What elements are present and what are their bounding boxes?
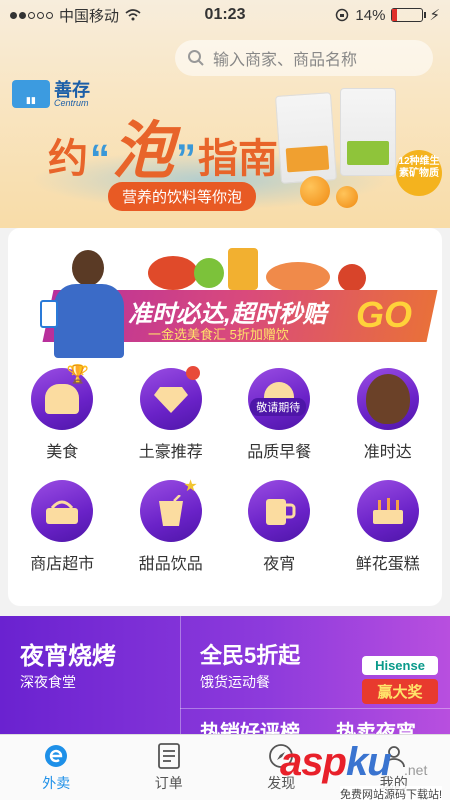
wifi-icon: [125, 9, 141, 21]
hisense-logo: Hisense: [362, 656, 438, 675]
category-label: 商店超市: [30, 556, 95, 573]
promo-subtitle: 一金选美食汇 5折加赠饮: [148, 327, 289, 342]
category-label: 品质早餐: [247, 444, 312, 461]
search-placeholder: 输入商家、商品名称: [213, 52, 358, 69]
orange-fruit: [300, 176, 330, 206]
basket-icon: [31, 480, 94, 542]
hero-title-quote-close: ”: [176, 137, 197, 181]
lobster-icon: [148, 256, 198, 290]
status-bar: 中国移动 01:23 14% ⚡: [0, 0, 450, 30]
hisense-prize[interactable]: Hisense 赢大奖: [362, 656, 438, 704]
hero-subtitle: 营养的饮料等你泡: [108, 182, 257, 211]
bottom-promo: 夜宵烧烤 深夜食堂 全民5折起 饿货运动餐 Hisense 赢大奖 热销好评榜 …: [0, 616, 450, 734]
category-label: 鲜花蛋糕: [355, 556, 420, 573]
ontime-icon: [356, 368, 419, 430]
prize-label: 赢大奖: [362, 679, 438, 704]
watermark-main: asp: [280, 740, 347, 784]
category-supermarket[interactable]: 商店超市: [12, 480, 112, 574]
steak-icon: [266, 262, 330, 292]
divider: [180, 616, 181, 734]
divider: [180, 708, 450, 709]
watermark-ku: ku: [345, 740, 392, 784]
watermark-footer: 免费网站源码下载站!: [340, 786, 443, 800]
promo-banner[interactable]: 准时必达,超时秒赔 一金选美食汇 5折加赠饮 GO: [8, 228, 442, 358]
category-label: 准时达: [363, 444, 412, 461]
spokesperson-image: [40, 250, 128, 358]
promo-night-bbq-sub: 深夜食堂: [20, 674, 76, 690]
promo-half-price-title: 全民5折起: [200, 643, 301, 668]
hero-title-part2: 指南: [198, 137, 279, 181]
lime-icon: [194, 258, 224, 288]
promo-hot-night-snack[interactable]: 热卖夜宵: [336, 716, 416, 734]
drink-icon: ★: [139, 478, 202, 542]
hero-banner[interactable]: ▮▮ 善存 Centrum 约 “ 泡 ” 指南 营养的饮料等你泡 12种维生素…: [0, 0, 450, 228]
category-night-snack[interactable]: 夜宵: [229, 480, 329, 574]
tomato-icon: [338, 264, 366, 292]
category-dessert[interactable]: ★ 甜品饮品: [121, 478, 221, 574]
category-label: 美食: [46, 444, 79, 461]
beer-icon: [248, 480, 311, 542]
nav-orders[interactable]: 订单: [113, 735, 226, 800]
coming-soon-badge: 敬请期待: [250, 398, 307, 416]
go-text: GO: [356, 294, 413, 335]
charging-icon: ⚡: [429, 7, 440, 24]
phone-icon: [40, 300, 58, 328]
cake-icon: [356, 480, 419, 542]
main-card: 准时必达,超时秒赔 一金选美食汇 5折加赠饮 GO 🏆 美食 土豪推荐 敬请期待…: [8, 228, 442, 606]
brand-logo-box: ▮▮: [12, 80, 50, 108]
orders-icon: [156, 742, 182, 769]
hero-title-quote-open: “: [90, 137, 110, 181]
orange-fruit: [336, 186, 358, 208]
rotation-lock-icon: [336, 8, 349, 22]
category-ontime[interactable]: 准时达: [338, 368, 438, 462]
battery-level: [392, 9, 397, 21]
diamond-icon: [139, 366, 202, 430]
takeout-icon: [43, 743, 69, 769]
food-icon: 🏆: [31, 364, 94, 430]
drink-cup-icon: [228, 248, 258, 290]
hero-title-part1: 约: [48, 137, 88, 181]
promo-half-price-sub: 饿货运动餐: [200, 674, 270, 690]
search-input[interactable]: 输入商家、商品名称: [175, 40, 433, 76]
watermark-net: .net: [404, 762, 428, 778]
nav-label: 订单: [154, 774, 183, 791]
hero-title-highlight: 泡: [112, 117, 175, 186]
breakfast-icon: 敬请期待: [248, 368, 311, 430]
brand-name-cn: 善存: [54, 79, 90, 100]
promo-best-sellers[interactable]: 热销好评榜: [200, 716, 300, 734]
battery-icon: [391, 8, 427, 22]
product-box-1: [274, 92, 338, 184]
nav-label: 外卖: [42, 774, 71, 791]
hero-title: 约 “ 泡 ” 指南: [48, 100, 278, 190]
signal-icon: [10, 11, 53, 19]
category-grid: 🏆 美食 土豪推荐 敬请期待 品质早餐 准时达 商店超市 ★ 甜品饮品 夜宵 鲜…: [8, 364, 442, 592]
product-box-2: [340, 88, 396, 176]
category-food[interactable]: 🏆 美食: [12, 364, 112, 462]
category-label: 夜宵: [263, 556, 296, 573]
category-breakfast[interactable]: 敬请期待 品质早餐: [229, 368, 329, 462]
status-time: 01:23: [204, 6, 246, 23]
category-flowers-cake[interactable]: 鲜花蛋糕: [338, 480, 438, 574]
watermark: aspku .net 免费网站源码下载站!: [280, 740, 450, 800]
battery-percent: 14%: [355, 6, 386, 24]
category-vip[interactable]: 土豪推荐: [121, 366, 221, 462]
nav-takeout[interactable]: 外卖: [0, 735, 113, 800]
category-label: 土豪推荐: [138, 444, 203, 461]
carrier-name: 中国移动: [59, 7, 120, 25]
vitamin-badge: 12种维生素矿物质: [396, 150, 442, 196]
category-label: 甜品饮品: [138, 556, 203, 573]
search-icon: [188, 50, 204, 66]
promo-night-bbq-title: 夜宵烧烤: [20, 643, 116, 670]
